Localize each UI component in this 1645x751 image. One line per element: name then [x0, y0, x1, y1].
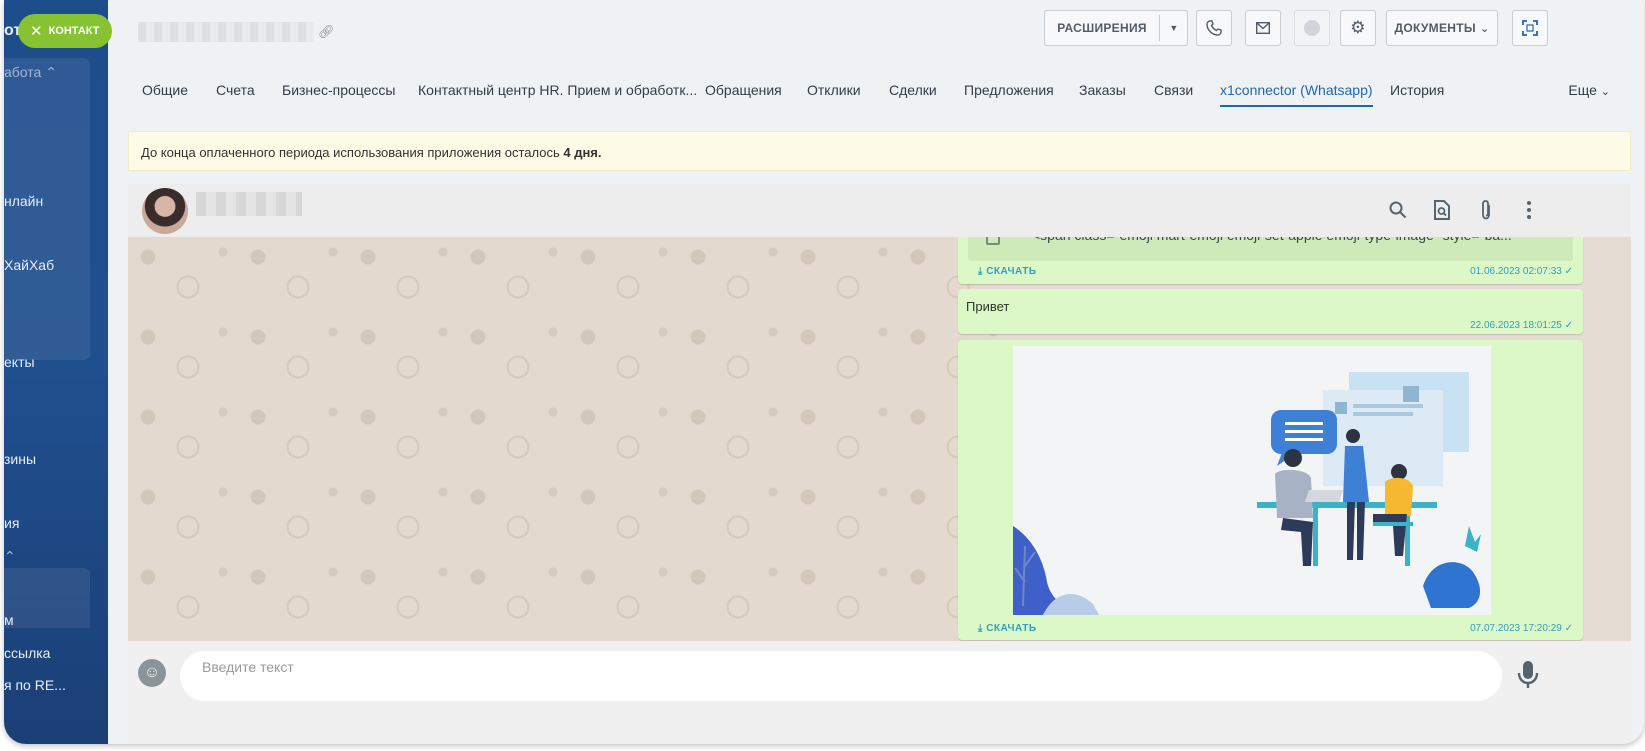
sidebar-item-shops[interactable]: зины [4, 451, 36, 467]
notice-days: 4 дня. [563, 145, 602, 160]
extensions-button[interactable]: РАСШИРЕНИЯ ▼ [1044, 10, 1188, 46]
tab-general[interactable]: Общие [142, 82, 188, 98]
download-link[interactable]: ⤓ СКАЧАТЬ [978, 266, 1037, 277]
chevron-down-icon: ⌄ [1600, 86, 1610, 98]
message-timestamp: 01.06.2023 02:07:33 ✓ [1470, 266, 1573, 277]
tab-deals[interactable]: Сделки [889, 82, 937, 98]
sidebar-group [4, 568, 90, 628]
tab-orders[interactable]: Заказы [1079, 82, 1126, 98]
avatar[interactable] [142, 188, 188, 234]
office-illustration [1013, 346, 1491, 615]
search-icon[interactable] [1386, 198, 1410, 222]
chat-icon [1304, 20, 1320, 36]
whatsapp-chat-panel: <span class="emoji mart-emoji emoji-set-… [128, 184, 1631, 744]
gear-icon: ⚙ [1350, 18, 1366, 37]
sidebar-item-ia[interactable]: ия [4, 515, 19, 531]
sidebar-item-mailing[interactable]: ссылка [4, 645, 50, 661]
tab-x1connector[interactable]: x1connector (Whatsapp) [1220, 82, 1373, 107]
tab-history[interactable]: История [1390, 82, 1444, 98]
tab-offers[interactable]: Предложения [964, 82, 1054, 98]
tab-responses[interactable]: Отклики [807, 82, 861, 98]
documents-label: ДОКУМЕНТЫ [1394, 21, 1476, 35]
call-button[interactable] [1196, 10, 1232, 46]
link-icon[interactable]: 🔗︎ [318, 24, 335, 40]
sidebar-item-work[interactable]: абота ⌃ [4, 64, 57, 81]
close-icon: ✕ [30, 23, 43, 40]
more-vertical-icon[interactable] [1517, 198, 1541, 222]
chat-header [128, 184, 1631, 237]
message-composer: ☺ Введите текст [128, 641, 1631, 744]
tab-requests[interactable]: Обращения [705, 82, 782, 98]
phone-icon [1206, 20, 1222, 36]
search-file-icon[interactable] [1430, 198, 1454, 222]
sidebar-item-report[interactable]: я по RE... [4, 677, 66, 693]
sidebar-group [4, 58, 90, 360]
tab-contact-center[interactable]: Контактный центр HR. Прием и обработк... [418, 82, 697, 98]
expand-icon [1522, 20, 1538, 36]
entity-title-blurred [138, 22, 314, 42]
tab-more[interactable]: Еще ⌄ [1568, 82, 1610, 98]
emoji-icon[interactable]: ☺ [138, 659, 166, 687]
screen: от абота ⌃ нлайн ХайХаб екты зины ия ⌃ м… [0, 0, 1645, 751]
attach-icon[interactable] [1474, 198, 1498, 222]
sidebar-item-m[interactable]: м [4, 612, 14, 628]
crm-window: от абота ⌃ нлайн ХайХаб екты зины ия ⌃ м… [4, 0, 1644, 744]
left-sidebar: от абота ⌃ нлайн ХайХаб екты зины ия ⌃ м… [4, 0, 108, 744]
mail-icon [1256, 22, 1270, 34]
message-timestamp: 22.06.2023 18:01:25 ✓ [1470, 320, 1573, 331]
sidebar-item-projects[interactable]: екты [4, 354, 35, 370]
message-image[interactable] [1013, 346, 1491, 615]
message-input-placeholder: Введите текст [202, 659, 294, 675]
settings-button[interactable]: ⚙ [1340, 10, 1376, 46]
sidebar-item-hihub[interactable]: ХайХаб [4, 257, 54, 273]
subscription-notice: До конца оплаченного периода использован… [128, 131, 1631, 171]
message-timestamp: 07.07.2023 17:20:29 ✓ [1470, 623, 1573, 634]
message-bubble-image: ⤓ СКАЧАТЬ 07.07.2023 17:20:29 ✓ [958, 340, 1583, 640]
email-button[interactable] [1245, 10, 1281, 46]
message-input[interactable]: Введите текст [180, 651, 1502, 701]
chevron-up-icon[interactable]: ⌃ [4, 548, 16, 565]
message-text: Привет [966, 299, 1010, 314]
tab-links[interactable]: Связи [1154, 82, 1193, 98]
chat-button[interactable] [1294, 10, 1330, 46]
chat-wallpaper [128, 237, 998, 677]
download-link[interactable]: ⤓ СКАЧАТЬ [978, 623, 1037, 634]
contact-name-blurred [196, 192, 302, 216]
contact-button-label: КОНТАКТ [48, 25, 100, 37]
entity-tabs: Общие Счета Бизнес-процессы Контактный ц… [108, 70, 1644, 110]
sidebar-item-online[interactable]: нлайн [4, 193, 43, 209]
tab-business-processes[interactable]: Бизнес-процессы [282, 82, 395, 98]
notice-text: До конца оплаченного периода использован… [141, 145, 564, 160]
contact-close-button[interactable]: ✕ КОНТАКТ [18, 14, 112, 48]
tab-invoices[interactable]: Счета [216, 82, 255, 98]
message-list[interactable]: <span class="emoji mart-emoji emoji-set-… [958, 227, 1631, 677]
header: 🔗︎ РАСШИРЕНИЯ ▼ ⚙ ДОКУМЕНТЫ ⌄ [108, 0, 1644, 60]
chevron-down-icon: ⌄ [1479, 22, 1490, 35]
documents-button[interactable]: ДОКУМЕНТЫ ⌄ [1386, 10, 1498, 46]
microphone-icon[interactable] [1516, 659, 1540, 691]
expand-button[interactable] [1512, 10, 1548, 46]
extensions-label: РАСШИРЕНИЯ [1057, 21, 1147, 35]
message-bubble-text: Привет 22.06.2023 18:01:25 ✓ [958, 289, 1583, 334]
chevron-down-icon[interactable]: ▼ [1159, 23, 1189, 33]
